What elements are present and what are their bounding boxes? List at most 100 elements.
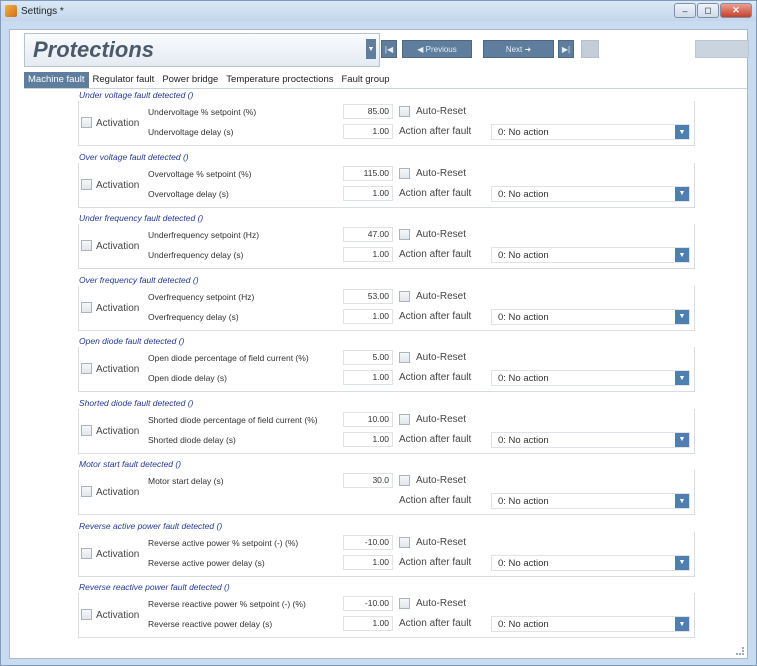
activation-label: Activation	[96, 425, 140, 437]
last-page-button[interactable]: ▶|	[558, 40, 574, 58]
activation-checkbox[interactable]	[81, 178, 92, 190]
previous-button[interactable]: ◀ Previous	[402, 40, 472, 58]
activation-checkbox[interactable]	[81, 547, 92, 559]
activation-checkbox[interactable]	[81, 363, 92, 374]
setpoint-label: Undervoltage % setpoint (%)	[148, 107, 257, 117]
auto-reset-label: Auto-Reset	[416, 475, 467, 486]
auto-reset-label: Auto-Reset	[416, 290, 467, 302]
setpoint-label: Reverse reactive power % setpoint (-) (%…	[148, 599, 306, 609]
next-button[interactable]: Next ➜	[483, 40, 554, 58]
activation-checkbox[interactable]	[81, 301, 92, 313]
action-after-fault-value: 0: No action	[498, 250, 549, 261]
setpoint-input[interactable]: 53.00	[343, 288, 393, 304]
tab-machine-fault[interactable]: Machine fault	[24, 72, 89, 88]
close-button[interactable]: ✕	[720, 3, 752, 18]
fault-group-title: Under frequency fault detected ()	[79, 213, 204, 223]
setpoint-input[interactable]: 115.00	[343, 165, 393, 181]
setpoint-label: Shorted diode percentage of field curren…	[148, 414, 318, 425]
action-after-fault-select[interactable]: 0: No action ▼	[491, 247, 690, 263]
right-action-button[interactable]	[695, 40, 749, 58]
action-after-fault-label: Action after fault	[399, 126, 472, 137]
activation-label: Activation	[96, 302, 140, 314]
setpoint-input[interactable]: 85.00	[343, 104, 393, 119]
tab-temperature-protections[interactable]: Temperature proctections	[222, 72, 337, 88]
fault-group-title: Open diode fault detected ()	[79, 336, 185, 346]
action-after-fault-select[interactable]: 0: No action ▼	[491, 370, 690, 386]
auto-reset-checkbox[interactable]	[399, 413, 410, 425]
setpoint-input[interactable]: 30.0	[343, 473, 393, 488]
action-after-fault-select[interactable]: 0: No action ▼	[491, 554, 690, 571]
delay-input[interactable]: 1.00	[343, 616, 393, 631]
fault-group: Open diode fault detected () Activation …	[78, 336, 695, 392]
action-after-fault-select[interactable]: 0: No action ▼	[491, 431, 690, 448]
chevron-down-icon[interactable]: ▼	[675, 309, 689, 324]
action-after-fault-value: 0: No action	[498, 188, 549, 200]
disabled-nav-button[interactable]	[581, 40, 599, 58]
action-after-fault-select[interactable]: 0: No action ▼	[491, 124, 690, 140]
fault-group-title: Over frequency fault detected ()	[79, 274, 199, 285]
setpoint-input[interactable]: -10.00	[343, 534, 393, 550]
action-after-fault-label: Action after fault	[399, 433, 472, 445]
setpoint-input[interactable]: 47.00	[343, 227, 393, 242]
auto-reset-label: Auto-Reset	[416, 413, 467, 425]
setpoint-input[interactable]: 10.00	[343, 411, 393, 427]
activation-checkbox[interactable]	[81, 240, 92, 251]
chevron-down-icon[interactable]: ▼	[675, 494, 689, 508]
auto-reset-checkbox[interactable]	[399, 536, 410, 548]
fault-group: Shorted diode fault detected () Activati…	[78, 398, 695, 454]
action-after-fault-select[interactable]: 0: No action ▼	[491, 185, 690, 202]
tab-regulator-fault[interactable]: Regulator fault	[89, 72, 159, 88]
action-after-fault-label: Action after fault	[399, 556, 472, 568]
fault-group: Under frequency fault detected () Activa…	[78, 213, 695, 269]
action-after-fault-value: 0: No action	[498, 557, 549, 569]
activation-checkbox[interactable]	[81, 609, 92, 620]
chevron-down-icon[interactable]: ▼	[675, 555, 689, 570]
setpoint-input[interactable]: -10.00	[343, 596, 393, 611]
delay-label: Underfrequency delay (s)	[148, 250, 244, 260]
auto-reset-checkbox[interactable]	[399, 229, 410, 240]
delay-label: Undervoltage delay (s)	[148, 127, 234, 137]
window-title: Settings *	[21, 5, 64, 17]
action-after-fault-select[interactable]: 0: No action ▼	[491, 616, 690, 632]
chevron-down-icon[interactable]: ▼	[675, 248, 689, 262]
tab-power-bridge[interactable]: Power bridge	[158, 72, 222, 88]
auto-reset-checkbox[interactable]	[399, 106, 410, 117]
activation-checkbox[interactable]	[81, 117, 92, 128]
auto-reset-checkbox[interactable]	[399, 352, 410, 363]
delay-input[interactable]: 1.00	[343, 370, 393, 385]
auto-reset-checkbox[interactable]	[399, 290, 410, 302]
maximize-button[interactable]: ◻	[697, 3, 719, 18]
tab-bar: Machine fault Regulator fault Power brid…	[24, 72, 394, 88]
action-after-fault-select[interactable]: 0: No action ▼	[491, 308, 690, 325]
action-after-fault-select[interactable]: 0: No action ▼	[491, 493, 690, 509]
delay-input[interactable]: 1.00	[343, 431, 393, 447]
activation-checkbox[interactable]	[81, 424, 92, 436]
resize-grip-icon[interactable]	[736, 647, 744, 655]
delay-input[interactable]: 1.00	[343, 124, 393, 139]
delay-input[interactable]: 1.00	[343, 308, 393, 324]
chevron-down-icon[interactable]: ▼	[675, 371, 689, 385]
chevron-down-icon[interactable]: ▼	[675, 125, 689, 139]
delay-input[interactable]: 1.00	[343, 554, 393, 570]
chevron-down-icon[interactable]: ▼	[675, 617, 689, 631]
delay-label: Overfrequency delay (s)	[148, 311, 239, 322]
page-selector-dropdown-button[interactable]: ▼	[366, 39, 376, 59]
delay-label: Shorted diode delay (s)	[148, 434, 236, 445]
delay-input[interactable]: 1.00	[343, 247, 393, 262]
chevron-down-icon[interactable]: ▼	[675, 186, 689, 201]
delay-input[interactable]: 1.00	[343, 185, 393, 201]
auto-reset-checkbox[interactable]	[399, 598, 410, 609]
setpoint-input[interactable]: 5.00	[343, 350, 393, 365]
action-after-fault-value: 0: No action	[498, 619, 549, 630]
minimize-button[interactable]: –	[674, 3, 696, 18]
page-title: Protections	[33, 37, 155, 62]
action-after-fault-value: 0: No action	[498, 311, 549, 323]
auto-reset-checkbox[interactable]	[399, 475, 410, 486]
activation-label: Activation	[96, 548, 140, 560]
activation-checkbox[interactable]	[81, 486, 92, 497]
tab-fault-group[interactable]: Fault group	[338, 72, 394, 88]
window-controls: – ◻ ✕	[674, 3, 752, 18]
chevron-down-icon[interactable]: ▼	[675, 432, 689, 447]
first-page-button[interactable]: |◀	[381, 40, 397, 58]
auto-reset-checkbox[interactable]	[399, 167, 410, 179]
